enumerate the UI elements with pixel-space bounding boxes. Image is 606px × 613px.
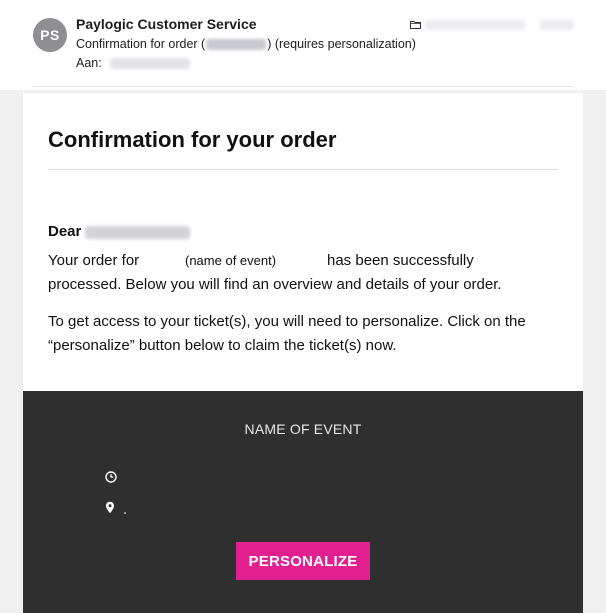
email-title: Confirmation for your order xyxy=(48,127,337,152)
header-divider xyxy=(33,86,573,87)
sender-name[interactable]: Paylogic Customer Service xyxy=(76,16,257,32)
event-name-placeholder: (name of event) xyxy=(185,253,277,268)
message-body: Confirmation for your order Dear Your or… xyxy=(0,90,606,613)
instructions-line-2: “personalize” button below to claim the … xyxy=(48,337,397,354)
mail-header: PS Paylogic Customer Service Confirmatio… xyxy=(0,0,606,90)
email-card: Confirmation for your order Dear Your or… xyxy=(23,93,583,613)
clock-icon xyxy=(105,471,117,483)
redacted-time xyxy=(540,20,574,30)
recipient-line: Aan: xyxy=(76,56,190,70)
title-divider xyxy=(48,169,558,170)
folder-icon[interactable] xyxy=(410,20,421,29)
subject-line: Confirmation for order ( ) (requires per… xyxy=(76,37,416,51)
subject-prefix: Confirmation for order ( xyxy=(76,37,206,51)
event-panel: NAME OF EVENT PERSONALIZE xyxy=(23,391,583,613)
avatar[interactable]: PS xyxy=(33,18,67,52)
redacted-recipient xyxy=(109,57,190,69)
redacted-customer-name xyxy=(85,225,191,239)
processed-text: processed. Below you will find an overvi… xyxy=(48,276,502,293)
personalize-button[interactable]: PERSONALIZE xyxy=(236,542,370,580)
map-pin-icon xyxy=(106,501,114,514)
redacted-mailbox xyxy=(425,20,525,30)
instructions-line-1: To get access to your ticket(s), you wil… xyxy=(48,313,526,330)
redacted-order-number xyxy=(206,38,267,50)
order-success-text: has been successfully xyxy=(327,252,474,269)
greeting: Dear xyxy=(48,220,191,244)
greeting-label: Dear xyxy=(48,223,82,240)
event-name: NAME OF EVENT xyxy=(244,421,362,437)
order-text: Your order for xyxy=(48,252,140,269)
to-label: Aan: xyxy=(76,56,102,70)
subject-suffix: ) (requires personalization) xyxy=(267,37,416,51)
location-text-remnant xyxy=(124,512,126,514)
